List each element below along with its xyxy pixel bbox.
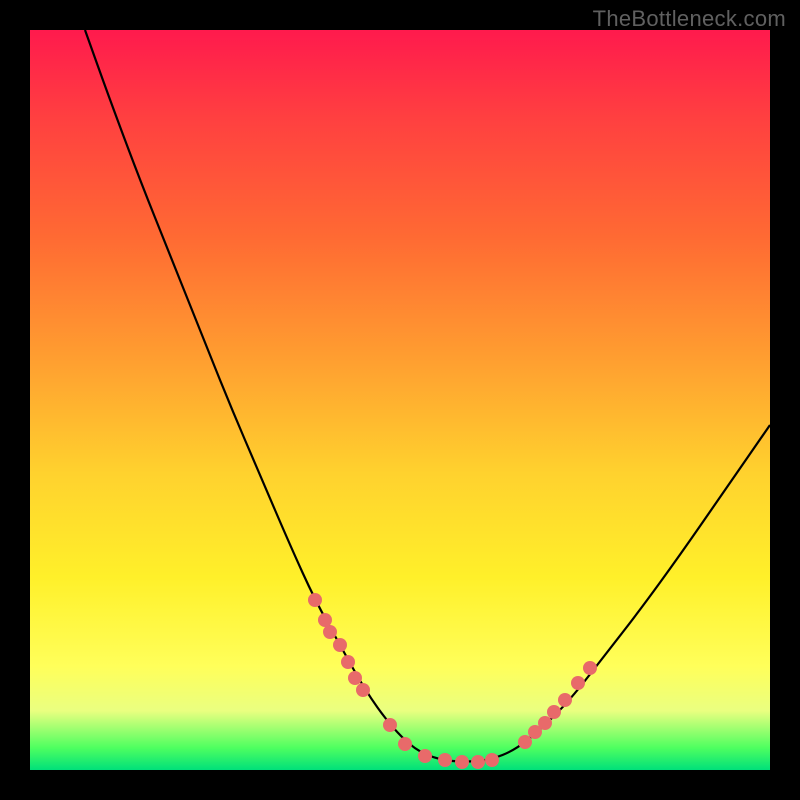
- curve-marker: [383, 718, 397, 732]
- chart-plot-area: [30, 30, 770, 770]
- curve-marker: [323, 625, 337, 639]
- curve-marker: [341, 655, 355, 669]
- bottleneck-curve: [85, 30, 770, 762]
- watermark-text: TheBottleneck.com: [593, 6, 786, 32]
- curve-marker: [583, 661, 597, 675]
- curve-marker: [308, 593, 322, 607]
- curve-marker: [318, 613, 332, 627]
- curve-marker: [558, 693, 572, 707]
- curve-marker: [398, 737, 412, 751]
- curve-marker: [333, 638, 347, 652]
- marker-group-bottom: [383, 718, 499, 769]
- chart-svg: [30, 30, 770, 770]
- curve-marker: [485, 753, 499, 767]
- curve-marker: [547, 705, 561, 719]
- curve-marker: [438, 753, 452, 767]
- curve-marker: [518, 735, 532, 749]
- curve-marker: [471, 755, 485, 769]
- curve-marker: [571, 676, 585, 690]
- marker-group-left: [308, 593, 370, 697]
- marker-group-right: [518, 661, 597, 749]
- curve-marker: [455, 755, 469, 769]
- curve-marker: [538, 716, 552, 730]
- curve-marker: [418, 749, 432, 763]
- curve-marker: [348, 671, 362, 685]
- curve-marker: [356, 683, 370, 697]
